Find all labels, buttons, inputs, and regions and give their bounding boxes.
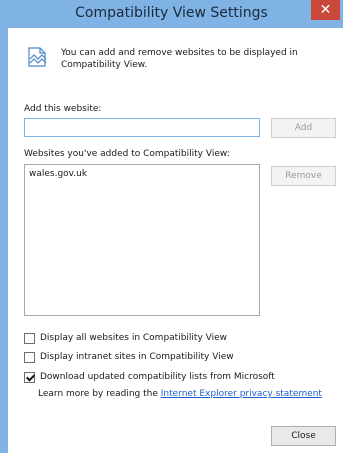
- close-button[interactable]: Close: [271, 426, 336, 446]
- close-window-button[interactable]: ✕: [311, 0, 340, 20]
- display-intranet-sites-checkbox[interactable]: [24, 351, 35, 363]
- window-title: Compatibility View Settings: [75, 5, 268, 21]
- websites-list[interactable]: wales.gov.uk: [24, 164, 260, 316]
- display-intranet-sites-label: Display intranet sites in Compatibility …: [40, 352, 234, 362]
- title-bar[interactable]: Compatibility View Settings ✕: [0, 0, 343, 28]
- websites-list-label: Websites you've added to Compatibility V…: [24, 149, 230, 159]
- add-website-input[interactable]: [24, 118, 260, 137]
- download-lists-label: Download updated compatibility lists fro…: [40, 372, 275, 382]
- download-lists-checkbox[interactable]: [24, 371, 35, 383]
- compatibility-view-icon: [28, 47, 47, 67]
- learn-more-text: Learn more by reading the Internet Explo…: [38, 389, 322, 399]
- display-all-websites-label: Display all websites in Compatibility Vi…: [40, 333, 227, 343]
- option-display-intranet-sites[interactable]: Display intranet sites in Compatibility …: [24, 350, 234, 364]
- option-display-all-websites[interactable]: Display all websites in Compatibility Vi…: [24, 331, 227, 345]
- learn-more-prefix: Learn more by reading the: [38, 389, 161, 399]
- add-website-label: Add this website:: [24, 104, 102, 114]
- option-download-lists[interactable]: Download updated compatibility lists fro…: [24, 370, 275, 384]
- list-item[interactable]: wales.gov.uk: [29, 168, 255, 180]
- display-all-websites-checkbox[interactable]: [24, 332, 35, 344]
- remove-button[interactable]: Remove: [271, 166, 336, 186]
- add-button[interactable]: Add: [271, 118, 336, 138]
- privacy-statement-link[interactable]: Internet Explorer privacy statement: [161, 389, 322, 399]
- info-text: You can add and remove websites to be di…: [61, 48, 298, 70]
